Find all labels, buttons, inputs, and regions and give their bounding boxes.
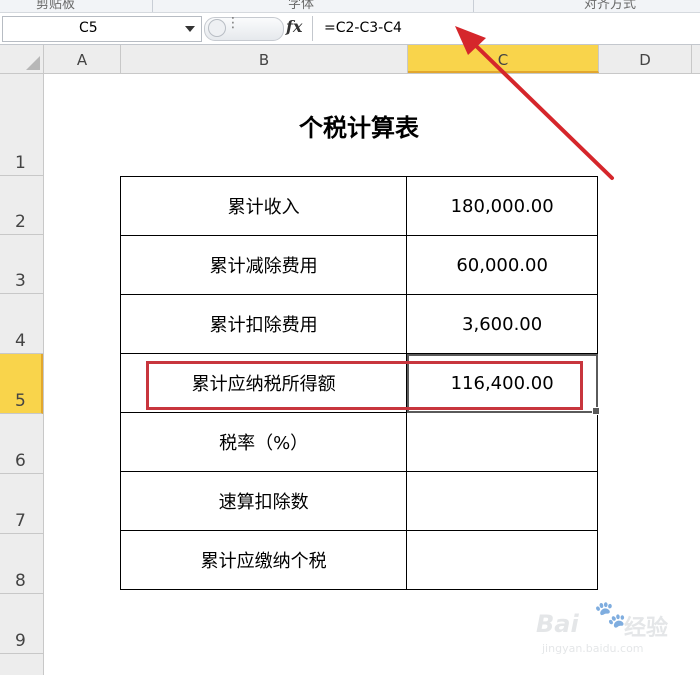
watermark-url: jingyan.baidu.com — [542, 642, 644, 655]
watermark-product: 经验 — [624, 616, 669, 641]
baidu-jingyan-watermark: Bai 🐾 经验 jingyan.baidu.com — [536, 600, 696, 664]
watermark-brand: Bai — [536, 610, 579, 638]
paw-icon: 🐾 — [594, 600, 627, 630]
annotation-arrow-icon — [455, 26, 614, 180]
arrow-shaft — [468, 38, 614, 180]
